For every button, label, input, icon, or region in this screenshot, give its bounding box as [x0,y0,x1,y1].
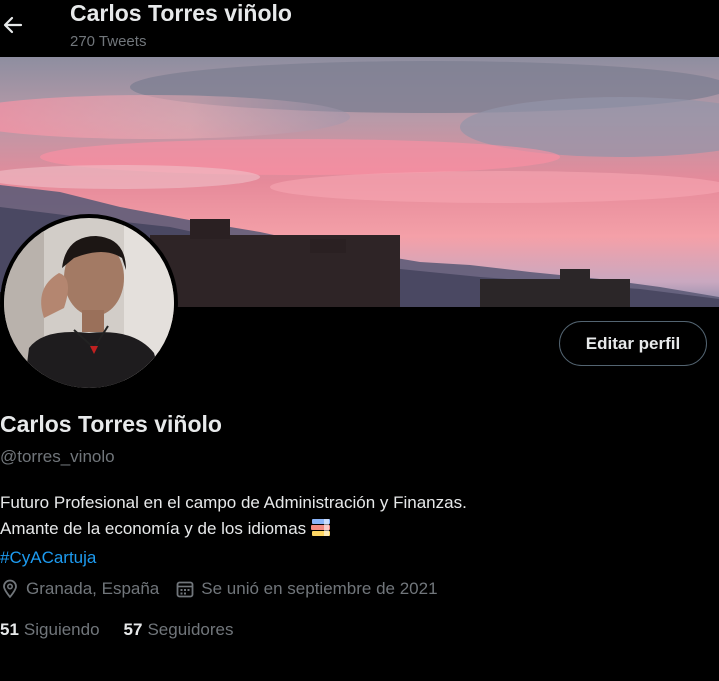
location-text: Granada, España [26,579,160,598]
arrow-left-icon [3,16,23,34]
joined-text: Se unió en septiembre de 2021 [201,579,438,598]
following-link[interactable]: 51 Siguiendo [0,620,100,640]
bio-line-1: Futuro Profesional en el campo de Admini… [0,493,467,512]
avatar [4,218,174,388]
tweet-count: 270 Tweets [70,33,147,50]
header-title: Carlos Torres viñolo [70,0,292,26]
joined-item: Se unió en septiembre de 2021 [175,579,438,599]
books-icon [310,517,332,545]
bio-line-2-wrap: Amante de la economía y de los idiomas [0,516,700,545]
followers-count: 57 [123,620,143,639]
following-count: 51 [0,620,19,639]
avatar-frame[interactable] [0,214,178,392]
follow-stats: 51 Siguiendo 57 Seguidores [0,620,257,640]
followers-label: Seguidores [147,620,234,639]
profile-meta: Granada, España Se unió en septiembre de… [0,579,454,599]
following-label: Siguiendo [23,620,100,639]
location-pin-icon [3,579,17,598]
hashtag-link[interactable]: #CyACartuja [0,545,700,571]
profile-bio: Futuro Profesional en el campo de Admini… [0,490,700,571]
followers-link[interactable]: 57 Seguidores [124,620,234,640]
profile-name: Carlos Torres viñolo [0,411,222,437]
edit-profile-button[interactable]: Editar perfil [559,321,707,366]
location-item: Granada, España [0,579,159,599]
avatar-image [4,218,174,388]
profile-handle: @torres_vinolo [0,447,115,466]
bio-line-2: Amante de la economía y de los idiomas [0,519,307,538]
profile-header: Carlos Torres viñolo 270 Tweets [0,0,719,57]
back-button[interactable] [0,8,26,42]
calendar-icon [176,581,194,598]
